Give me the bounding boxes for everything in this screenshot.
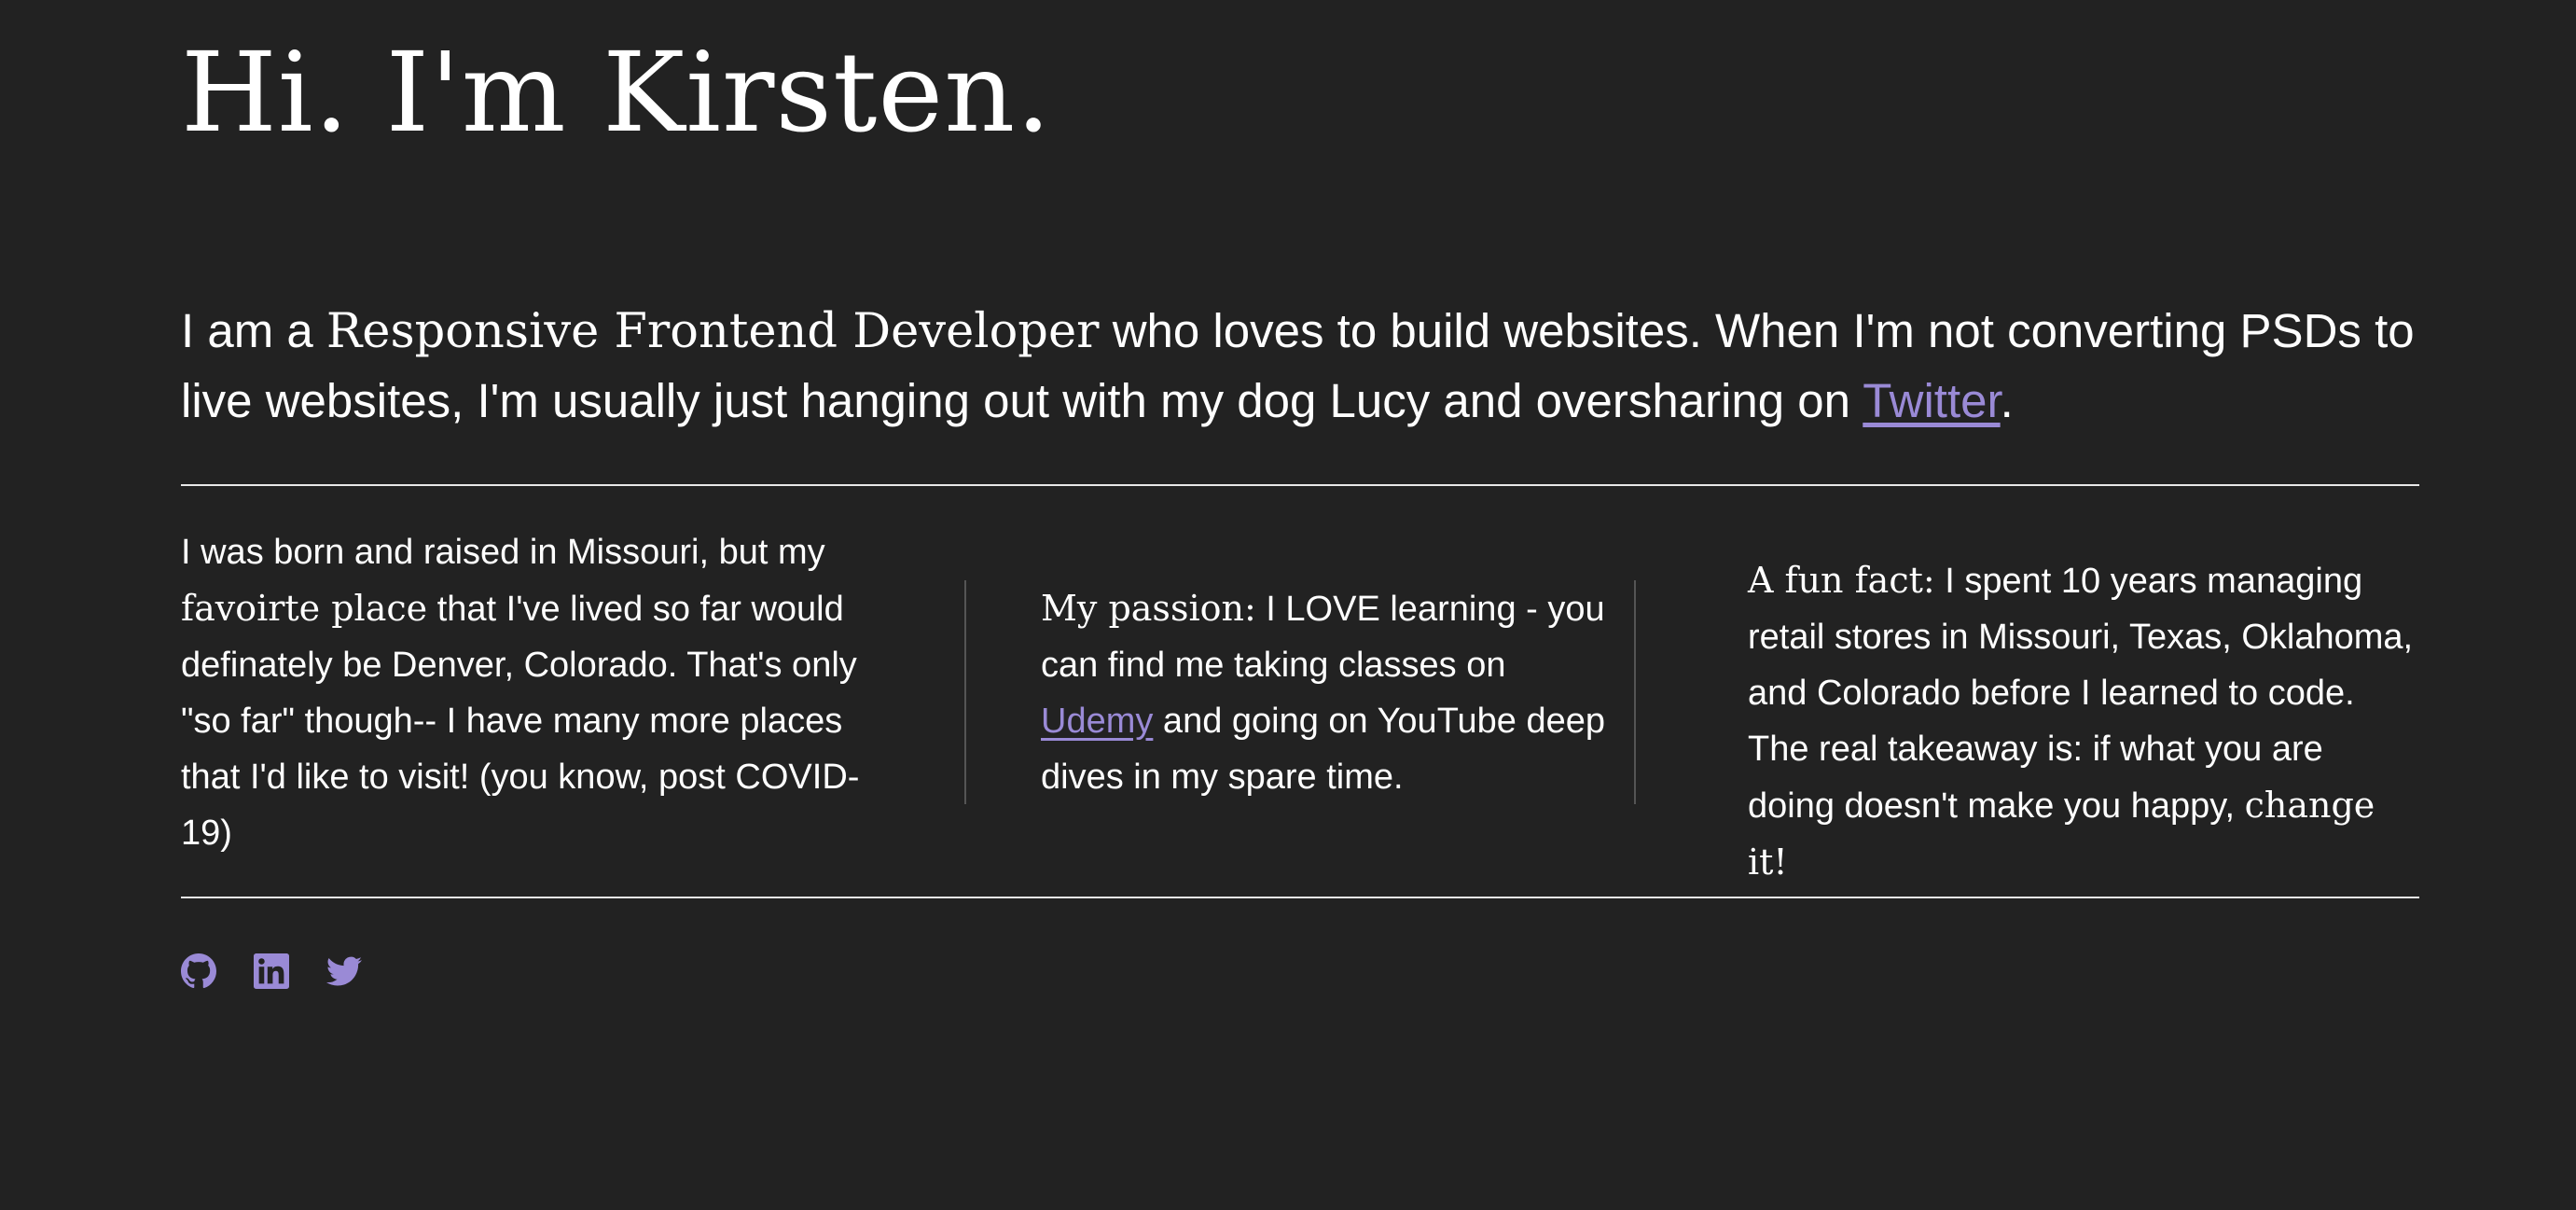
col1-text-1: I was born and raised in Missouri, but m…	[181, 533, 825, 572]
github-icon	[181, 953, 216, 989]
twitter-link[interactable]: Twitter	[1863, 374, 2000, 427]
page-title: Hi. I'm Kirsten.	[181, 28, 1052, 157]
twitter-icon	[326, 956, 362, 986]
intro-text-1: I am a	[181, 304, 326, 357]
udemy-link[interactable]: Udemy	[1041, 702, 1153, 741]
col1-favorite-phrase: favoirte place	[181, 588, 428, 629]
column-divider-1	[964, 580, 966, 804]
about-column-hometown: I was born and raised in Missouri, but m…	[181, 524, 871, 861]
col2-passion-phrase: My passion:	[1041, 588, 1256, 629]
linkedin-icon	[254, 953, 289, 989]
intro-role-phrase: Responsive Frontend Developer	[325, 304, 1100, 359]
about-column-fun-fact: A fun fact: I spent 10 years managing re…	[1748, 552, 2419, 891]
github-link[interactable]	[181, 953, 216, 989]
bottom-divider	[181, 897, 2419, 898]
intro-paragraph: I am a Responsive Frontend Developer who…	[181, 297, 2419, 436]
top-divider	[181, 484, 2419, 486]
social-links	[181, 953, 362, 989]
intro-text-end: .	[2000, 374, 2014, 427]
column-divider-2	[1634, 580, 1636, 804]
linkedin-link[interactable]	[254, 953, 289, 989]
col3-fun-fact-phrase: A fun fact:	[1748, 560, 1935, 601]
col1-text-2: that I've lived so far would definately …	[181, 590, 860, 853]
about-column-passion: My passion: I LOVE learning - you can fi…	[1041, 580, 1610, 805]
twitter-social-link[interactable]	[326, 953, 362, 989]
